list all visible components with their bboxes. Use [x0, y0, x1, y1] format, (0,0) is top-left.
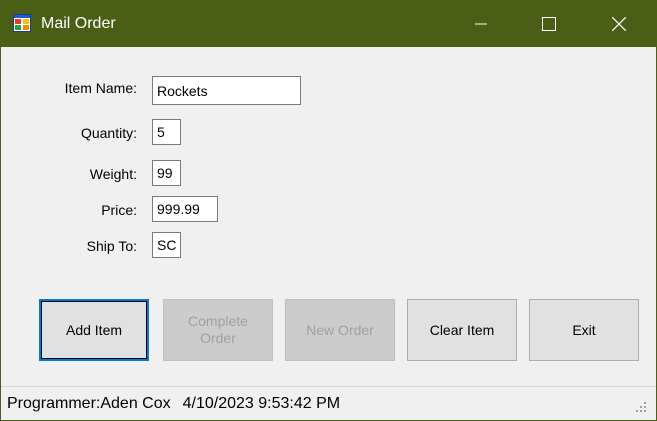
minimize-button[interactable] [458, 1, 504, 47]
close-button[interactable] [596, 1, 642, 47]
complete-order-button[interactable]: Complete Order [163, 299, 273, 361]
status-bar: Programmer:Aden Cox 4/10/2023 9:53:42 PM [1, 386, 656, 420]
exit-button[interactable]: Exit [529, 299, 639, 361]
new-order-button[interactable]: New Order [285, 299, 395, 361]
price-input[interactable] [152, 196, 218, 222]
clear-item-button[interactable]: Clear Item [407, 299, 517, 361]
quantity-input[interactable] [152, 119, 181, 145]
status-text: Programmer:Aden Cox 4/10/2023 9:53:42 PM [7, 395, 340, 413]
title-bar[interactable]: Mail Order [1, 1, 656, 47]
close-icon [612, 17, 626, 31]
item-name-input[interactable] [152, 76, 301, 105]
minimize-icon [475, 23, 487, 25]
form-app-icon [13, 14, 31, 32]
programmer-label: Programmer:Aden Cox [7, 395, 171, 412]
price-label: Price: [101, 202, 137, 218]
weight-label: Weight: [89, 166, 137, 182]
ship-to-input[interactable] [152, 232, 181, 258]
status-timestamp: 4/10/2023 9:53:42 PM [182, 395, 341, 412]
ship-to-label: Ship To: [86, 238, 137, 254]
window-title: Mail Order [41, 15, 116, 32]
maximize-icon [542, 17, 556, 31]
resize-grip-icon[interactable] [633, 399, 647, 413]
quantity-label: Quantity: [80, 125, 137, 141]
maximize-button[interactable] [526, 1, 572, 47]
item-name-label: Item Name: [64, 80, 137, 96]
weight-input[interactable] [152, 160, 181, 186]
add-item-button[interactable]: Add Item [39, 299, 149, 361]
mail-order-window: Mail Order Item Name: Quantity: Weight: … [0, 0, 657, 421]
